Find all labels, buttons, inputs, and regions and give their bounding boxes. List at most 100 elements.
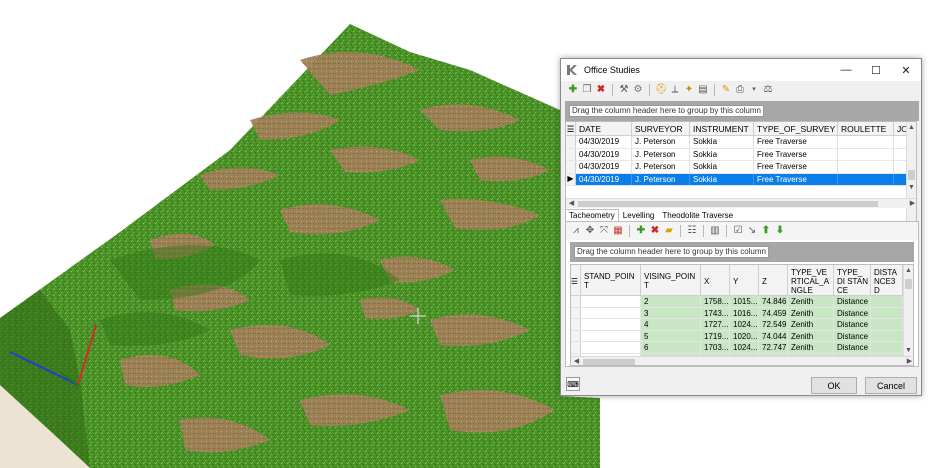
cell-roulette[interactable]	[838, 136, 894, 148]
maximize-button[interactable]: ☐	[861, 59, 891, 81]
cell-surveyor[interactable]: J. Peterson	[632, 161, 690, 173]
cell-stand-point[interactable]	[581, 296, 641, 307]
cell-type-of-survey[interactable]: Free Traverse	[754, 148, 838, 160]
report-icon[interactable]: ▤	[697, 84, 709, 96]
tacheometry-vertical-scrollbar[interactable]: ▲ ▼	[903, 265, 913, 357]
cell-roulette[interactable]	[838, 173, 894, 185]
table-row[interactable]: 4 1727... 1024... 72.549 Zenith Distance	[571, 319, 913, 331]
level-icon[interactable]: ⟂	[669, 84, 681, 96]
calculator-icon[interactable]: ▥	[709, 225, 721, 237]
cell-x[interactable]: 1758...	[701, 296, 730, 307]
delete-icon[interactable]: ✖	[595, 84, 607, 96]
column-header-x[interactable]: X	[701, 265, 730, 295]
cell-x[interactable]: 1719...	[701, 330, 730, 341]
list-icon[interactable]: ☷	[686, 225, 698, 237]
group-panel[interactable]: Drag the column header here to group by …	[565, 101, 919, 121]
helmet-icon[interactable]: ⛑	[655, 84, 668, 96]
add-icon[interactable]: ✚	[567, 84, 579, 96]
cell-type-of-survey[interactable]: Free Traverse	[754, 173, 838, 185]
cell-z[interactable]: 74.044	[759, 330, 788, 341]
cell-y[interactable]: 1020...	[730, 330, 759, 341]
column-header-surveyor[interactable]: SURVEYOR	[632, 122, 690, 135]
cell-surveyor[interactable]: J. Peterson	[632, 173, 690, 185]
cell-roulette[interactable]	[838, 148, 894, 160]
help-icon[interactable]: ⌨	[566, 377, 580, 391]
column-header-type-of-survey[interactable]: TYPE_OF_SURVEY	[754, 122, 838, 135]
cell-type-distance[interactable]: Distance	[834, 307, 871, 318]
arrow-up-icon[interactable]: ⬆	[760, 225, 772, 237]
table-row[interactable]: 3 1743... 1016... 74.459 Zenith Distance	[571, 307, 913, 319]
cell-vising-point[interactable]: 2	[641, 296, 701, 307]
row-indicator[interactable]	[566, 148, 576, 160]
station-icon[interactable]: ✦	[683, 84, 695, 96]
table-row[interactable]: 2 1758... 1015... 74.846 Zenith Distance	[571, 296, 913, 308]
cell-stand-point[interactable]	[581, 319, 641, 330]
column-header-distance3d[interactable]: DISTA NCE3D	[871, 265, 903, 295]
cell-distance3d[interactable]	[871, 330, 903, 341]
cell-type-vertical-angle[interactable]: Zenith	[788, 319, 834, 330]
studies-horizontal-scrollbar[interactable]: ◀ ▶	[566, 198, 916, 209]
cell-z[interactable]: 74.459	[759, 307, 788, 318]
cell-x[interactable]: 1727...	[701, 319, 730, 330]
cell-type-distance[interactable]: Distance	[834, 296, 871, 307]
cell-y[interactable]: 1015...	[730, 296, 759, 307]
row-indicator[interactable]	[571, 307, 581, 318]
cell-roulette[interactable]	[838, 161, 894, 173]
cell-y[interactable]: 1016...	[730, 307, 759, 318]
cell-type-distance[interactable]: Distance	[834, 319, 871, 330]
cell-instrument[interactable]: Sokkia	[690, 161, 754, 173]
delete-icon[interactable]: ✖	[649, 225, 661, 237]
cell-date[interactable]: 04/30/2019	[576, 148, 632, 160]
cell-vising-point[interactable]: 6	[641, 342, 701, 353]
copy-icon[interactable]: ❐	[581, 84, 593, 96]
ok-button[interactable]: OK	[811, 377, 857, 394]
edit-icon[interactable]: ✎	[720, 84, 732, 96]
cell-distance3d[interactable]	[871, 319, 903, 330]
cell-z[interactable]: 72.747	[759, 342, 788, 353]
column-header-vising-point[interactable]: VISING_POINT	[641, 265, 701, 295]
cell-type-vertical-angle[interactable]: Zenith	[788, 342, 834, 353]
cell-z[interactable]: 72.549	[759, 319, 788, 330]
row-indicator[interactable]	[566, 136, 576, 148]
title-bar[interactable]: Office Studies — ☐ ✕	[561, 59, 921, 81]
column-header-z[interactable]: Z	[759, 265, 788, 295]
minimize-button[interactable]: —	[831, 59, 861, 81]
column-chooser-icon[interactable]: ☰	[566, 122, 576, 135]
cell-instrument[interactable]: Sokkia	[690, 136, 754, 148]
cell-stand-point[interactable]	[581, 342, 641, 353]
scroll-left-icon[interactable]: ◀	[566, 199, 577, 209]
tacheometry-horizontal-scrollbar[interactable]: ◀ ▶	[571, 356, 913, 365]
cell-type-vertical-angle[interactable]: Zenith	[788, 307, 834, 318]
scroll-up-icon[interactable]: ▲	[904, 265, 913, 276]
cell-date[interactable]: 04/30/2019	[576, 173, 632, 185]
cell-y[interactable]: 1024...	[730, 342, 759, 353]
cell-y[interactable]: 1024...	[730, 319, 759, 330]
cell-distance3d[interactable]	[871, 296, 903, 307]
cell-vising-point[interactable]: 5	[641, 330, 701, 341]
row-indicator[interactable]	[566, 161, 576, 173]
cell-surveyor[interactable]: J. Peterson	[632, 148, 690, 160]
row-indicator[interactable]	[571, 342, 581, 353]
cell-date[interactable]: 04/30/2019	[576, 136, 632, 148]
column-header-stand-point[interactable]: STAND_POINT	[581, 265, 641, 295]
cell-z[interactable]: 74.846	[759, 296, 788, 307]
add-icon[interactable]: ✚	[635, 225, 647, 237]
column-header-y[interactable]: Y	[730, 265, 759, 295]
group-panel[interactable]: Drag the column header here to group by …	[570, 242, 914, 262]
folder-icon[interactable]: ▰	[663, 225, 675, 237]
scroll-down-icon[interactable]: ▼	[907, 182, 916, 193]
column-header-type-distance[interactable]: TYPE_DI STANCE	[834, 265, 871, 295]
table-row[interactable]: 6 1703... 1024... 72.747 Zenith Distance	[571, 342, 913, 354]
move-icon[interactable]: ✥	[584, 225, 596, 237]
cell-vising-point[interactable]: 4	[641, 319, 701, 330]
column-header-instrument[interactable]: INSTRUMENT	[690, 122, 754, 135]
scroll-thumb[interactable]	[578, 201, 878, 207]
cell-surveyor[interactable]: J. Peterson	[632, 136, 690, 148]
cancel-button[interactable]: Cancel	[865, 377, 917, 394]
cell-type-vertical-angle[interactable]: Zenith	[788, 330, 834, 341]
scroll-thumb[interactable]	[908, 170, 915, 180]
cell-type-distance[interactable]: Distance	[834, 342, 871, 353]
scroll-right-icon[interactable]: ▶	[904, 357, 913, 365]
table-row[interactable]: 04/30/2019 J. Peterson Sokkia Free Traverse	[566, 136, 916, 149]
arrow-down-icon[interactable]: ⬇	[774, 225, 786, 237]
